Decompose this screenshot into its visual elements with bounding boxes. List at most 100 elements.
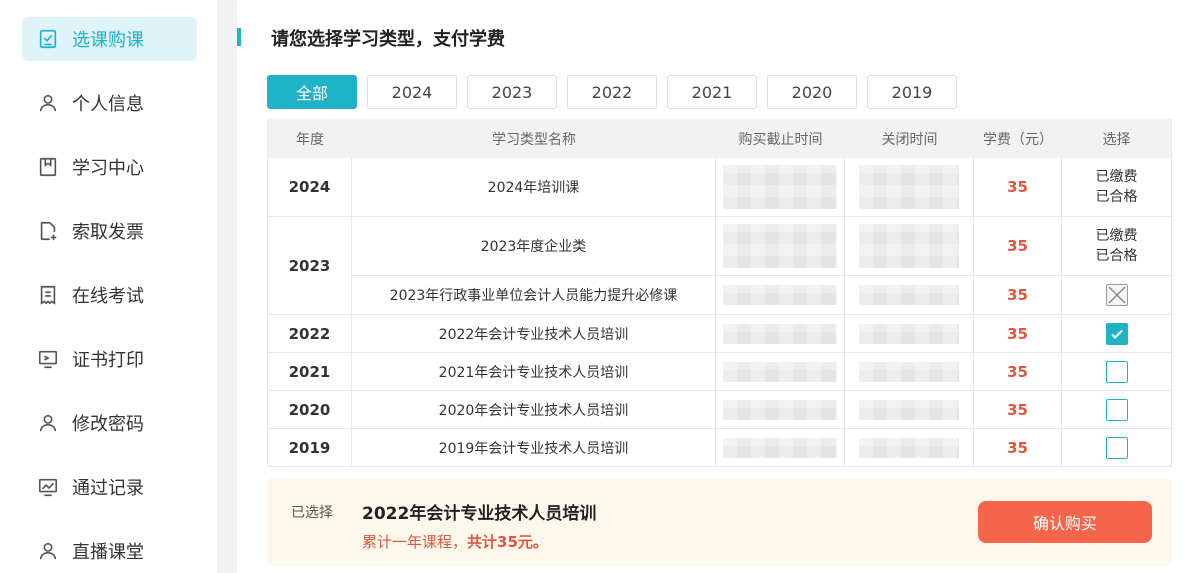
sidebar-item-label: 修改密码 bbox=[72, 414, 144, 435]
user-icon bbox=[36, 91, 60, 115]
table-row: 2023年度企业类 35 已缴费 已合格 bbox=[352, 217, 1171, 276]
row-name: 2020年会计专业技术人员培训 bbox=[352, 391, 716, 428]
row-close-time-redacted bbox=[845, 158, 974, 216]
row-fee: 35 bbox=[974, 158, 1062, 216]
disabled-checkbox[interactable] bbox=[1105, 284, 1128, 306]
unchecked-checkbox[interactable] bbox=[1105, 398, 1128, 421]
header-fee: 学费（元） bbox=[983, 131, 1053, 148]
row-select bbox=[1062, 429, 1171, 466]
invoice-add-icon bbox=[36, 219, 60, 243]
row-name: 2024年培训课 bbox=[352, 158, 716, 216]
filter-2019[interactable]: 2019 bbox=[867, 75, 957, 109]
course-table: 年度 学习类型名称 购买截止时间 关闭时间 学费（元） 选择 2024 2024… bbox=[267, 119, 1172, 467]
sidebar-item-label: 证书打印 bbox=[72, 350, 144, 371]
row-select bbox=[1062, 315, 1171, 352]
summary-total: 共计35元。 bbox=[467, 533, 548, 551]
row-name: 2022年会计专业技术人员培训 bbox=[352, 315, 716, 352]
certificate-monitor-icon bbox=[36, 347, 60, 371]
main-panel: 请您选择学习类型，支付学费 全部 2024 2023 2022 2021 202… bbox=[237, 0, 1193, 573]
sidebar-item-label: 直播课堂 bbox=[72, 542, 144, 563]
unchecked-checkbox[interactable] bbox=[1105, 436, 1128, 459]
sidebar-item-invoice[interactable]: 索取发票 bbox=[22, 209, 197, 253]
row-status: 已缴费 已合格 bbox=[1062, 217, 1171, 275]
sidebar-item-study-center[interactable]: 学习中心 bbox=[22, 145, 197, 189]
sidebar-item-label: 学习中心 bbox=[72, 158, 144, 179]
sidebar-item-pass-record[interactable]: 通过记录 bbox=[22, 465, 197, 509]
status-paid: 已缴费 bbox=[1095, 228, 1138, 244]
exam-paper-icon bbox=[36, 283, 60, 307]
table-row-group-2023: 2023 2023年度企业类 35 已缴费 已合格 2023年行政事业单位会计人员… bbox=[268, 217, 1171, 315]
filter-2020[interactable]: 2020 bbox=[767, 75, 857, 109]
sidebar-item-label: 在线考试 bbox=[72, 286, 144, 307]
filter-2021[interactable]: 2021 bbox=[667, 75, 757, 109]
status-passed: 已合格 bbox=[1095, 189, 1138, 205]
sidebar-item-label: 索取发票 bbox=[72, 222, 144, 243]
table-row: 2024 2024年培训课 35 已缴费 已合格 bbox=[268, 158, 1171, 217]
header-year: 年度 bbox=[296, 131, 324, 148]
row-fee: 35 bbox=[974, 353, 1062, 390]
row-buy-deadline-redacted bbox=[716, 217, 845, 275]
confirm-purchase-button[interactable]: 确认购买 bbox=[978, 501, 1152, 543]
sidebar-item-course-purchase[interactable]: 选课购课 bbox=[22, 17, 197, 61]
summary-label: 已选择 bbox=[291, 505, 333, 521]
status-paid: 已缴费 bbox=[1095, 169, 1138, 185]
year-filter-bar: 全部 2024 2023 2022 2021 2020 2019 bbox=[267, 75, 967, 109]
row-year: 2019 bbox=[268, 429, 352, 466]
sidebar-item-change-password[interactable]: 修改密码 bbox=[22, 401, 197, 445]
header-close-time: 关闭时间 bbox=[881, 131, 938, 148]
checkmark-icon bbox=[1110, 329, 1123, 339]
sidebar-item-personal-info[interactable]: 个人信息 bbox=[22, 81, 197, 125]
table-row: 2023年行政事业单位会计人员能力提升必修课 35 bbox=[352, 276, 1171, 314]
row-buy-deadline-redacted bbox=[716, 391, 845, 428]
filter-2022[interactable]: 2022 bbox=[567, 75, 657, 109]
filter-2024[interactable]: 2024 bbox=[367, 75, 457, 109]
row-select bbox=[1062, 391, 1171, 428]
summary-selected-course: 2022年会计专业技术人员培训 bbox=[362, 504, 597, 524]
filter-all[interactable]: 全部 bbox=[267, 75, 357, 109]
unchecked-checkbox[interactable] bbox=[1105, 360, 1128, 383]
row-buy-deadline-redacted bbox=[716, 158, 845, 216]
table-row: 2021 2021年会计专业技术人员培训 35 bbox=[268, 353, 1171, 391]
checklist-icon bbox=[36, 27, 60, 51]
row-year: 2021 bbox=[268, 353, 352, 390]
row-buy-deadline-redacted bbox=[716, 276, 845, 314]
table-header: 年度 学习类型名称 购买截止时间 关闭时间 学费（元） 选择 bbox=[268, 119, 1171, 158]
row-year: 2022 bbox=[268, 315, 352, 352]
header-buy-deadline: 购买截止时间 bbox=[738, 131, 823, 148]
sidebar-item-label: 通过记录 bbox=[72, 478, 144, 499]
chart-monitor-icon bbox=[36, 475, 60, 499]
row-close-time-redacted bbox=[845, 429, 974, 466]
row-fee: 35 bbox=[974, 276, 1062, 314]
row-buy-deadline-redacted bbox=[716, 429, 845, 466]
sidebar-item-label: 个人信息 bbox=[72, 94, 144, 115]
summary-desc-prefix: 累计一年课程， bbox=[362, 533, 468, 551]
row-close-time-redacted bbox=[845, 353, 974, 390]
table-row: 2019 2019年会计专业技术人员培训 35 bbox=[268, 429, 1171, 467]
title-accent-bar bbox=[237, 28, 241, 46]
row-year: 2023 bbox=[268, 217, 352, 314]
sidebar-item-online-exam[interactable]: 在线考试 bbox=[22, 273, 197, 317]
row-close-time-redacted bbox=[845, 276, 974, 314]
row-buy-deadline-redacted bbox=[716, 315, 845, 352]
sidebar-item-label: 选课购课 bbox=[72, 30, 144, 51]
row-name: 2019年会计专业技术人员培训 bbox=[352, 429, 716, 466]
row-close-time-redacted bbox=[845, 217, 974, 275]
row-fee: 35 bbox=[974, 391, 1062, 428]
user-icon bbox=[36, 411, 60, 435]
row-buy-deadline-redacted bbox=[716, 353, 845, 390]
row-fee: 35 bbox=[974, 315, 1062, 352]
filter-2023[interactable]: 2023 bbox=[467, 75, 557, 109]
header-select: 选择 bbox=[1102, 131, 1131, 148]
row-fee: 35 bbox=[974, 429, 1062, 466]
sidebar: 选课购课 个人信息 学习中心 索取发票 在线考试 证书打印 修改密码 通过记录 … bbox=[0, 0, 217, 573]
row-fee: 35 bbox=[974, 217, 1062, 275]
checked-checkbox[interactable] bbox=[1105, 322, 1128, 345]
sidebar-item-live-class[interactable]: 直播课堂 bbox=[22, 529, 197, 573]
row-status: 已缴费 已合格 bbox=[1062, 158, 1171, 216]
sidebar-item-certificate-print[interactable]: 证书打印 bbox=[22, 337, 197, 381]
table-row: 2022 2022年会计专业技术人员培训 35 bbox=[268, 315, 1171, 353]
user-icon bbox=[36, 539, 60, 563]
row-name: 2023年度企业类 bbox=[352, 217, 716, 275]
row-name: 2021年会计专业技术人员培训 bbox=[352, 353, 716, 390]
row-select bbox=[1062, 276, 1171, 314]
